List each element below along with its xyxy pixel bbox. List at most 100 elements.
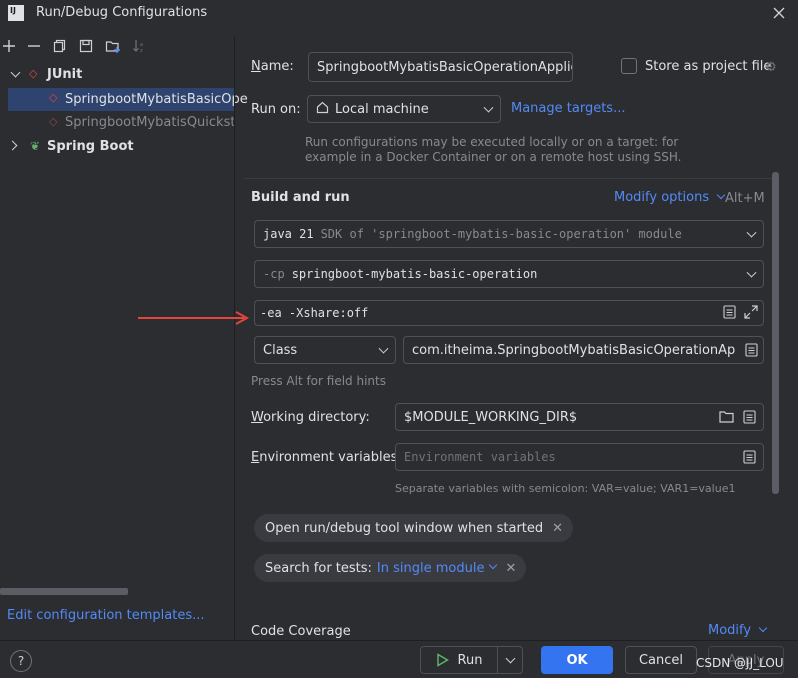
open-tool-window-tag[interactable]: Open run/debug tool window when started … xyxy=(254,514,574,542)
classpath-value: springboot-mybatis-basic-operation xyxy=(291,267,538,281)
code-coverage-title: Code Coverage xyxy=(251,624,351,639)
list-icon[interactable] xyxy=(723,305,736,323)
tree-junit[interactable]: ◇ JUnit xyxy=(0,64,234,86)
app-icon: IJ xyxy=(8,5,24,21)
vertical-scrollbar[interactable] xyxy=(772,172,779,494)
tree-item-label: SpringbootMybatisBasicOpe xyxy=(65,92,248,107)
java-sdk: SDK of 'springboot-mybatis-basic-operati… xyxy=(320,227,682,241)
modify-options-shortcut: Alt+M xyxy=(725,191,765,206)
chevron-right-icon[interactable] xyxy=(7,140,18,151)
run-on-select[interactable]: Local machine xyxy=(307,95,501,123)
tree-junit-label: JUnit xyxy=(47,67,83,82)
spring-boot-icon: ❦ xyxy=(30,139,41,153)
store-as-project-file-checkbox[interactable] xyxy=(621,58,637,74)
copy-icon[interactable] xyxy=(52,38,68,54)
junit-icon: ◇ xyxy=(29,67,38,80)
add-icon[interactable] xyxy=(1,38,17,54)
classpath-prefix: -cp xyxy=(263,267,285,281)
chevron-down-icon xyxy=(378,343,389,354)
window-title: Run/Debug Configurations xyxy=(36,5,208,20)
modify-options-label: Modify options xyxy=(614,190,710,205)
new-folder-icon[interactable] xyxy=(105,38,121,54)
open-tool-window-label: Open run/debug tool window when started xyxy=(265,520,544,536)
main-class-input[interactable]: com.itheima.SpringbootMybatisBasicOperat… xyxy=(403,336,764,364)
gear-icon[interactable]: ⚙ xyxy=(763,59,779,75)
chevron-down-icon xyxy=(505,653,515,663)
left-panel: az ◇ JUnit ◇ SpringbootMybatisBasicOpe ◇… xyxy=(0,28,248,640)
close-icon[interactable] xyxy=(771,5,787,21)
chevron-down-icon xyxy=(489,560,498,570)
help-button[interactable]: ? xyxy=(10,650,32,672)
run-icon xyxy=(436,653,449,667)
chevron-down-icon[interactable] xyxy=(10,67,21,78)
build-and-run-title: Build and run xyxy=(251,190,350,205)
sort-icon[interactable]: az xyxy=(131,38,147,54)
search-for-tests-tag[interactable]: Search for tests: In single module ✕ xyxy=(254,554,527,582)
modify-options-link[interactable]: Modify options xyxy=(614,190,726,205)
right-panel: Name: SpringbootMybatisBasicOperationApp… xyxy=(235,28,798,640)
manage-targets-link[interactable]: Manage targets... xyxy=(511,101,625,116)
annotation-arrow xyxy=(138,311,250,325)
run-label: Run xyxy=(457,652,483,668)
folder-icon[interactable] xyxy=(719,410,734,427)
cancel-button[interactable]: Cancel xyxy=(625,646,697,674)
junit-test-icon: ◇ xyxy=(49,115,58,128)
modify-coverage-link[interactable]: Modify xyxy=(708,623,768,638)
run-dropdown-button[interactable] xyxy=(497,646,523,674)
run-button[interactable]: Run xyxy=(420,646,498,674)
environment-variables-hint: Separate variables with semicolon: VAR=v… xyxy=(395,482,736,495)
chevron-down-icon xyxy=(746,227,757,238)
press-alt-hint: Press Alt for field hints xyxy=(251,374,386,388)
tree-item-quickstart[interactable]: ◇ SpringbootMybatisQuickstar xyxy=(0,112,234,134)
remove-icon[interactable] xyxy=(26,38,42,54)
tree-item-basic-operation[interactable]: ◇ SpringbootMybatisBasicOpe xyxy=(8,88,248,111)
working-directory-input[interactable]: $MODULE_WORKING_DIR$ xyxy=(395,403,764,431)
section-separator xyxy=(243,178,773,179)
chevron-down-icon xyxy=(758,623,768,633)
environment-variables-placeholder: Environment variables xyxy=(404,450,556,464)
store-as-project-file-label: Store as project file xyxy=(645,59,772,74)
name-input[interactable]: SpringbootMybatisBasicOperationApplicati xyxy=(308,52,573,82)
working-directory-value: $MODULE_WORKING_DIR$ xyxy=(404,409,578,425)
search-for-tests-label: Search for tests: xyxy=(265,560,372,576)
list-icon[interactable] xyxy=(743,410,756,428)
run-on-hint: Run configurations may be executed local… xyxy=(305,135,682,165)
main-class-value: com.itheima.SpringbootMybatisBasicOperat… xyxy=(412,342,735,358)
modify-coverage-label: Modify xyxy=(708,623,752,638)
run-on-label: Run on: xyxy=(251,102,301,117)
vm-options-value: -ea -Xshare:off xyxy=(260,306,369,320)
jre-select[interactable]: java 21 SDK of 'springboot-mybatis-basic… xyxy=(254,220,764,248)
watermark: CSDN @JJ_LOU xyxy=(696,656,784,670)
list-icon[interactable] xyxy=(743,450,756,468)
run-on-hint-line1: Run configurations may be executed local… xyxy=(305,135,679,149)
run-on-hint-line2: example in a Docker Container or on a re… xyxy=(305,150,682,164)
tree-item-label: SpringbootMybatisQuickstar xyxy=(65,115,234,130)
chevron-down-icon xyxy=(483,102,494,113)
environment-variables-input[interactable]: Environment variables xyxy=(395,443,764,471)
home-icon xyxy=(316,101,329,118)
browse-icon[interactable] xyxy=(745,343,758,361)
svg-text:z: z xyxy=(140,48,143,53)
close-icon[interactable]: ✕ xyxy=(505,561,516,576)
bottom-bar: ? Run OK Cancel Apply CSDN @JJ_LOU xyxy=(0,640,798,678)
tree-spring-boot-label: Spring Boot xyxy=(47,139,134,154)
search-for-tests-value[interactable]: In single module xyxy=(377,561,485,576)
name-label: Name: xyxy=(251,59,294,74)
save-icon[interactable] xyxy=(78,38,94,54)
class-type-value: Class xyxy=(263,342,298,358)
class-type-select[interactable]: Class xyxy=(254,336,396,364)
horizontal-scrollbar[interactable] xyxy=(0,588,128,595)
classpath-select[interactable]: -cp springboot-mybatis-basic-operation xyxy=(254,260,764,288)
tree-spring-boot[interactable]: ❦ Spring Boot xyxy=(0,136,234,158)
title-bar: IJ Run/Debug Configurations xyxy=(0,0,798,28)
ok-button[interactable]: OK xyxy=(541,646,613,674)
chevron-down-icon xyxy=(746,267,757,278)
expand-icon[interactable] xyxy=(744,305,758,323)
name-value: SpringbootMybatisBasicOperationApplicati xyxy=(317,59,573,75)
vm-options-input[interactable]: -ea -Xshare:off xyxy=(254,300,764,326)
working-directory-label: Working directory: xyxy=(251,410,370,425)
java-version: java 21 xyxy=(263,227,314,241)
close-icon[interactable]: ✕ xyxy=(552,521,563,536)
edit-configuration-templates-link[interactable]: Edit configuration templates... xyxy=(7,608,205,623)
junit-test-icon: ◇ xyxy=(49,91,58,104)
